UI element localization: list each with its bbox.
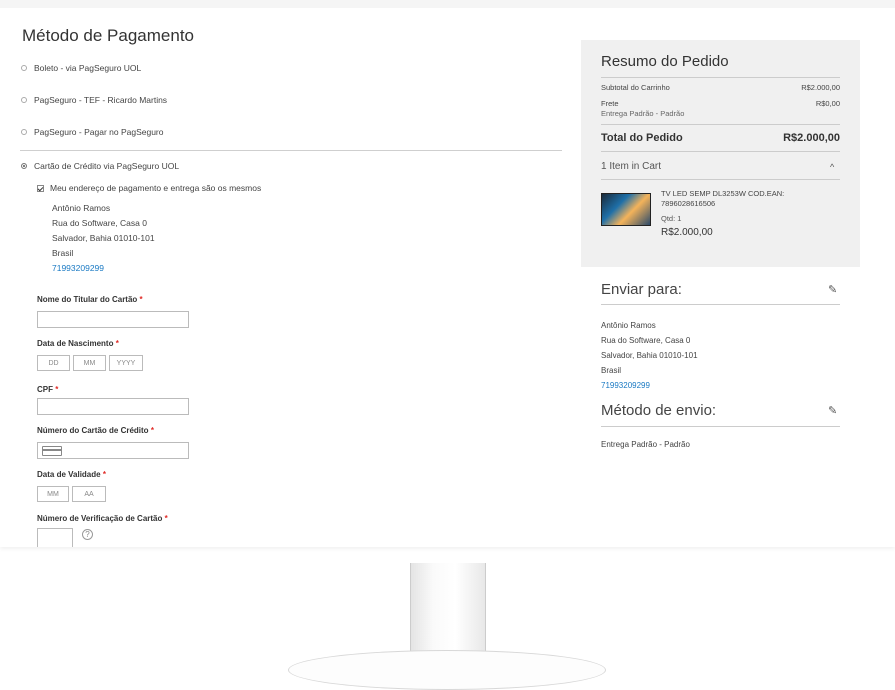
expiry-label: Data de Validade * xyxy=(37,470,106,479)
payment-option-label: PagSeguro - Pagar no PagSeguro xyxy=(34,127,164,137)
divider xyxy=(601,179,840,180)
holder-label: Nome do Titular do Cartão * xyxy=(37,295,143,304)
ship-country: Brasil xyxy=(601,366,622,375)
radio-button[interactable] xyxy=(21,97,27,103)
birth-year-input[interactable]: YYYY xyxy=(109,355,143,371)
ship-method-title: Método de envio: xyxy=(601,402,717,419)
payment-option-label: PagSeguro - TEF - Ricardo Martins xyxy=(34,95,168,105)
birth-month-input[interactable]: MM xyxy=(73,355,106,371)
shipping-value: R$0,00 xyxy=(815,99,840,108)
product-thumbnail[interactable] xyxy=(601,193,651,226)
divider xyxy=(601,304,840,305)
subtotal-value: R$2.000,00 xyxy=(801,83,840,92)
billing-country: Brasil xyxy=(52,248,74,258)
monitor-stand-base xyxy=(288,650,606,690)
expiry-year-input[interactable]: AA xyxy=(72,486,106,502)
payment-option-boleto[interactable]: Boleto - via PagSeguro UOL xyxy=(21,63,141,73)
radio-button[interactable] xyxy=(21,129,27,135)
help-icon[interactable]: ? xyxy=(82,529,93,540)
product-price: R$2.000,00 xyxy=(661,227,713,238)
chevron-up-icon[interactable]: ^ xyxy=(830,162,834,172)
same-address-label: Meu endereço de pagamento e entrega são … xyxy=(50,183,262,193)
radio-button-selected[interactable] xyxy=(21,163,27,169)
ship-street: Rua do Software, Casa 0 xyxy=(601,336,691,345)
ship-method-value: Entrega Padrão - Padrão xyxy=(601,440,690,449)
shipping-method-note: Entrega Padrão - Padrão xyxy=(601,109,685,118)
billing-phone-link[interactable]: 71993209299 xyxy=(52,261,155,276)
billing-city: Salvador, Bahia 01010-101 xyxy=(52,233,155,243)
cpf-input[interactable] xyxy=(37,398,189,415)
items-in-cart-toggle[interactable]: 1 Item in Cart xyxy=(601,161,661,172)
divider xyxy=(601,426,840,427)
edit-pencil-icon[interactable]: ✎ xyxy=(828,404,837,417)
holder-name-input[interactable] xyxy=(37,311,189,328)
divider xyxy=(601,77,840,78)
payment-title: Método de Pagamento xyxy=(22,26,195,45)
billing-address: Antônio Ramos Rua do Software, Casa 0 Sa… xyxy=(52,201,155,276)
monitor-screen: Método de Pagamento Boleto - via PagSegu… xyxy=(0,0,895,547)
ship-city: Salvador, Bahia 01010-101 xyxy=(601,351,698,360)
total-value: R$2.000,00 xyxy=(783,132,840,144)
birth-label: Data de Nascimento * xyxy=(37,339,119,348)
ship-name: Antônio Ramos xyxy=(601,321,656,330)
payment-option-label: Cartão de Crédito via PagSeguro UOL xyxy=(34,161,180,171)
billing-name: Antônio Ramos xyxy=(52,203,111,213)
divider xyxy=(601,124,840,125)
cpf-label: CPF * xyxy=(37,385,59,394)
shipping-address: Antônio Ramos Rua do Software, Casa 0 Sa… xyxy=(601,318,698,393)
product-qty: Qtd: 1 xyxy=(661,214,682,223)
order-summary-panel xyxy=(581,40,860,267)
total-label: Total do Pedido xyxy=(601,132,683,144)
payment-option-pagseguro[interactable]: PagSeguro - Pagar no PagSeguro xyxy=(21,127,163,137)
birth-day-input[interactable]: DD xyxy=(37,355,70,371)
subtotal-label: Subtotal do Carrinho xyxy=(601,83,670,92)
product-name: TV LED SEMP DL3253W COD.EAN: 78960286165… xyxy=(661,189,785,208)
same-address-checkbox[interactable] xyxy=(37,184,44,192)
top-divider xyxy=(0,0,895,8)
shipping-label: Frete xyxy=(601,99,619,108)
divider xyxy=(601,151,840,152)
payment-option-label: Boleto - via PagSeguro UOL xyxy=(34,63,142,73)
cvv-label: Número de Verificação de Cartão * xyxy=(37,514,168,523)
credit-card-icon xyxy=(42,446,62,456)
same-address-checkbox-row[interactable]: Meu endereço de pagamento e entrega são … xyxy=(37,183,261,193)
radio-button[interactable] xyxy=(21,65,27,71)
card-number-input[interactable] xyxy=(37,442,189,459)
card-number-label: Número do Cartão de Crédito * xyxy=(37,426,154,435)
expiry-month-input[interactable]: MM xyxy=(37,486,69,502)
billing-street: Rua do Software, Casa 0 xyxy=(52,218,147,228)
monitor-stand-neck xyxy=(410,563,486,658)
ship-phone-link[interactable]: 71993209299 xyxy=(601,378,698,393)
edit-pencil-icon[interactable]: ✎ xyxy=(828,283,837,296)
ship-to-title: Enviar para: xyxy=(601,281,682,298)
payment-option-tef[interactable]: PagSeguro - TEF - Ricardo Martins xyxy=(21,95,167,105)
divider xyxy=(20,150,562,151)
summary-title: Resumo do Pedido xyxy=(601,53,729,70)
cvv-input[interactable] xyxy=(37,528,73,547)
payment-option-credit-card[interactable]: Cartão de Crédito via PagSeguro UOL xyxy=(21,161,179,171)
